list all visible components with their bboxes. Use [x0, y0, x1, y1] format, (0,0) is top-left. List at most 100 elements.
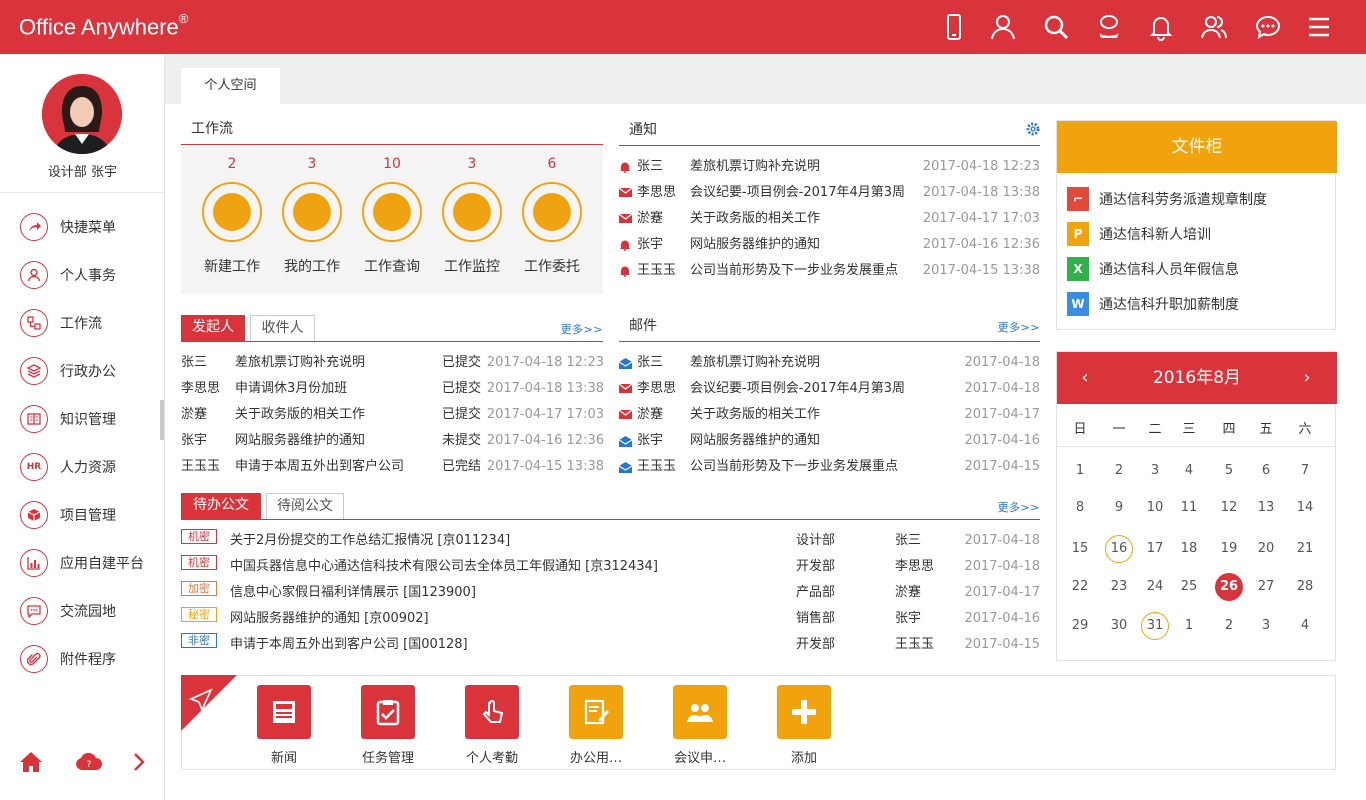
calendar-day[interactable]: 16	[1105, 535, 1133, 563]
calendar-day[interactable]: 31	[1141, 612, 1169, 640]
calendar-day[interactable]: 28	[1291, 573, 1319, 601]
calendar-day[interactable]: 13	[1252, 494, 1280, 522]
sidebar-item-quick-menu[interactable]: 快捷菜单	[0, 206, 165, 248]
quick-app-5[interactable]: 会议申…	[660, 685, 740, 766]
menu-icon[interactable]	[1304, 12, 1334, 42]
calendar-day[interactable]: 23	[1105, 573, 1133, 601]
calendar-next-button[interactable]: ›	[1287, 352, 1327, 404]
calendar-day[interactable]: 6	[1252, 457, 1280, 485]
mail-row[interactable]: 李思思 会议纪要-项目例会-2017年4月第3周 2017-04-18	[619, 377, 1040, 401]
tab-initiator[interactable]: 发起人	[181, 315, 245, 341]
mail-row[interactable]: 张三 差旅机票订购补充说明 2017-04-18	[619, 351, 1040, 375]
calendar-day[interactable]: 9	[1105, 494, 1133, 522]
workflow-monitor[interactable]: 3 工作监控	[432, 147, 512, 287]
app-logo[interactable]: Office Anywhere®	[19, 11, 188, 40]
quick-app-3[interactable]: 个人考勤	[452, 685, 532, 766]
calendar-day[interactable]: 2	[1215, 612, 1243, 640]
doc-row[interactable]: 机密 中国兵器信息中心通达信科技术有限公司去全体员工年假通知 [京312434] 开…	[181, 555, 1040, 579]
sidebar-scrollbar[interactable]	[160, 400, 164, 440]
workflow-my-work[interactable]: 3 我的工作	[272, 147, 352, 287]
mail-row[interactable]: 王玉玉 公司当前形势及下一步业务发展重点 2017-04-15	[619, 455, 1040, 479]
initiator-more-link[interactable]: 更多>>	[561, 321, 603, 337]
tab-pending-docs[interactable]: 待办公文	[181, 493, 261, 519]
calendar-day[interactable]: 7	[1291, 457, 1319, 485]
chat-icon[interactable]	[1253, 12, 1283, 42]
doc-row[interactable]: 非密 申请于本周五外出到客户公司 [国00128] 开发部 王玉玉 2017-04-15	[181, 633, 1040, 657]
mail-row[interactable]: 淤蹇 关于政务版的相关工作 2017-04-17	[619, 403, 1040, 427]
quick-app-2[interactable]: 任务管理	[348, 685, 428, 766]
gear-icon[interactable]	[1026, 122, 1040, 136]
doc-row[interactable]: 加密 信息中心家假日福利详情展示 [国123900] 产品部 淤蹇 2017-04-17	[181, 581, 1040, 605]
initiator-row[interactable]: 王玉玉 申请于本周五外出到客户公司 已完结 2017-04-15 13:38	[181, 455, 604, 479]
notice-row[interactable]: 王玉玉 公司当前形势及下一步业务发展重点 2017-04-15 13:38	[619, 259, 1040, 283]
calendar-day[interactable]: 29	[1066, 612, 1094, 640]
doc-row[interactable]: 机密 关于2月份提交的工作总结汇报情况 [京011234] 设计部 张三 2017-04…	[181, 529, 1040, 553]
calendar-day[interactable]: 3	[1252, 612, 1280, 640]
calendar-day[interactable]: 8	[1066, 494, 1094, 522]
calendar-day[interactable]: 20	[1252, 535, 1280, 563]
calendar-day[interactable]: 3	[1141, 457, 1169, 485]
notice-row[interactable]: 李思思 会议纪要-项目例会-2017年4月第3周 2017-04-18 13:38	[619, 181, 1040, 205]
initiator-row[interactable]: 淤蹇 关于政务版的相关工作 已提交 2017-04-17 17:03	[181, 403, 604, 427]
doc-row[interactable]: 秘密 网站服务器维护的通知 [京00902] 销售部 张宇 2017-04-16	[181, 607, 1040, 631]
sidebar-item-admin-office[interactable]: 行政办公	[0, 350, 165, 392]
calendar-day[interactable]: 1	[1175, 612, 1203, 640]
calendar-day[interactable]: 4	[1175, 457, 1203, 485]
docs-more-link[interactable]: 更多>>	[998, 499, 1040, 515]
avatar[interactable]	[42, 74, 122, 154]
cloud-help-icon[interactable]: ?	[75, 750, 103, 774]
sidebar-item-personal-affairs[interactable]: 个人事务	[0, 254, 165, 296]
calendar-day[interactable]: 30	[1105, 612, 1133, 640]
calendar-day[interactable]: 11	[1175, 494, 1203, 522]
cabinet-item[interactable]: ⌐ 通达信科劳务派遣规章制度	[1067, 186, 1267, 212]
calendar-day[interactable]: 2	[1105, 457, 1133, 485]
sidebar-item-community[interactable]: 交流园地	[0, 590, 165, 632]
sidebar-item-app-platform[interactable]: 应用自建平台	[0, 542, 165, 584]
sidebar-item-project[interactable]: 项目管理	[0, 494, 165, 536]
calendar-day[interactable]: 21	[1291, 535, 1319, 563]
notice-row[interactable]: 张宇 网站服务器维护的通知 2017-04-16 12:36	[619, 233, 1040, 257]
calendar-day[interactable]: 10	[1141, 494, 1169, 522]
calendar-day[interactable]: 4	[1291, 612, 1319, 640]
sidebar-item-workflow[interactable]: 工作流	[0, 302, 165, 344]
cabinet-item[interactable]: X 通达信科人员年假信息	[1067, 256, 1239, 282]
chevron-right-icon[interactable]	[127, 750, 151, 774]
notice-row[interactable]: 淤蹇 关于政务版的相关工作 2017-04-17 17:03	[619, 207, 1040, 231]
workflow-query[interactable]: 10 工作查询	[352, 147, 432, 287]
initiator-row[interactable]: 张三 差旅机票订购补充说明 已提交 2017-04-18 12:23	[181, 351, 604, 375]
calendar-day[interactable]: 26	[1215, 573, 1243, 601]
calendar-day[interactable]: 14	[1291, 494, 1319, 522]
contacts-icon[interactable]	[1094, 12, 1124, 42]
tab-read-docs[interactable]: 待阅公文	[266, 493, 344, 519]
user-icon[interactable]	[988, 12, 1018, 42]
calendar-day[interactable]: 19	[1215, 535, 1243, 563]
group-icon[interactable]	[1199, 12, 1229, 42]
calendar-day[interactable]: 17	[1141, 535, 1169, 563]
sidebar-item-attachments[interactable]: 附件程序	[0, 638, 165, 680]
cabinet-item[interactable]: P 通达信科新人培训	[1067, 221, 1211, 247]
mail-row[interactable]: 张宇 网站服务器维护的通知 2017-04-16	[619, 429, 1040, 453]
bell-icon[interactable]	[1146, 12, 1176, 42]
search-icon[interactable]	[1041, 12, 1071, 42]
calendar-day[interactable]: 24	[1141, 573, 1169, 601]
calendar-day[interactable]: 15	[1066, 535, 1094, 563]
notice-row[interactable]: 张三 差旅机票订购补充说明 2017-04-18 12:23	[619, 155, 1040, 179]
sidebar-item-hr[interactable]: HR 人力资源	[0, 446, 165, 488]
calendar-day[interactable]: 1	[1066, 457, 1094, 485]
calendar-day[interactable]: 18	[1175, 535, 1203, 563]
tab-recipient[interactable]: 收件人	[250, 315, 315, 341]
calendar-day[interactable]: 27	[1252, 573, 1280, 601]
calendar-day[interactable]: 12	[1215, 494, 1243, 522]
tab-personal-space[interactable]: 个人空间	[181, 68, 280, 104]
calendar-day[interactable]: 22	[1066, 573, 1094, 601]
sidebar-item-knowledge[interactable]: 知识管理	[0, 398, 165, 440]
mobile-icon[interactable]	[939, 12, 969, 42]
initiator-row[interactable]: 李思思 申请调休3月份加班 已提交 2017-04-18 13:38	[181, 377, 604, 401]
quick-app-1[interactable]: 新闻	[244, 685, 324, 766]
workflow-new-work[interactable]: 2 新建工作	[192, 147, 272, 287]
calendar-day[interactable]: 25	[1175, 573, 1203, 601]
quick-app-4[interactable]: 办公用…	[556, 685, 636, 766]
home-icon[interactable]	[19, 750, 43, 774]
initiator-row[interactable]: 张宇 网站服务器维护的通知 未提交 2017-04-16 12:36	[181, 429, 604, 453]
calendar-day[interactable]: 5	[1215, 457, 1243, 485]
